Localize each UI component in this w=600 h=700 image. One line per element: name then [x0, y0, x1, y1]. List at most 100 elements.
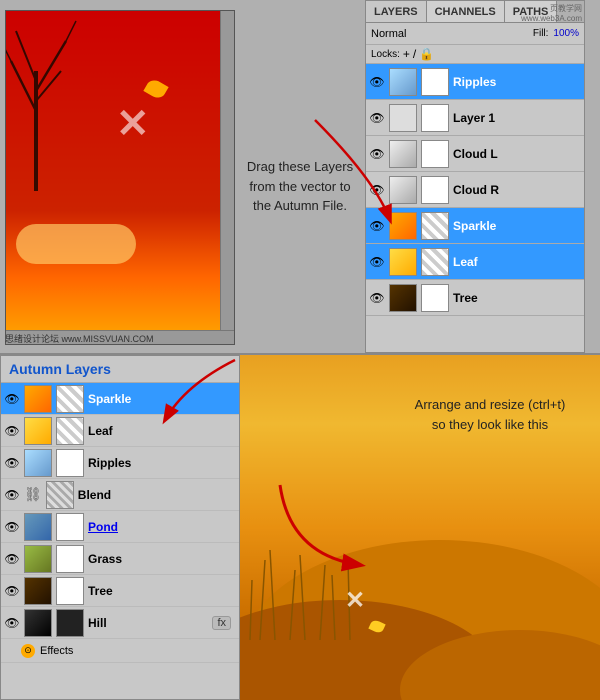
effects-icon: ⊙ — [21, 644, 35, 658]
mask-tree — [421, 284, 449, 312]
fill-label: Fill: — [533, 28, 549, 39]
lock-all-icon[interactable]: 🔒 — [419, 47, 434, 61]
thumb-cloud-r — [389, 176, 417, 204]
layer-name-layer1: Layer 1 — [453, 111, 495, 125]
autumn-layer-sparkle[interactable]: 👁 Sparkle — [1, 383, 239, 415]
canvas-background: ✕ — [6, 11, 234, 344]
arrange-instruction: Arrange and resize (ctrl+t) so they look… — [410, 395, 570, 434]
drag-instruction: Drag these Layers from the vector to the… — [235, 20, 365, 353]
autumn-thumb-grass — [24, 545, 52, 573]
canvas-leaf — [143, 77, 168, 101]
autumn-thumb-hill — [24, 609, 52, 637]
layer-item-tree[interactable]: 👁 Tree — [366, 280, 584, 316]
autumn-name-sparkle: Sparkle — [88, 392, 131, 406]
lock-pixel-icon[interactable]: / — [413, 47, 416, 61]
canvas-cloud — [16, 224, 136, 264]
layer-item-layer1[interactable]: 👁 Layer 1 — [366, 100, 584, 136]
autumn-name-leaf: Leaf — [88, 424, 113, 438]
layer-item-sparkle[interactable]: 👁 Sparkle ➤ — [366, 208, 584, 244]
eye-cloud-r[interactable]: 👁 — [369, 182, 385, 198]
autumn-thumb-leaf — [24, 417, 52, 445]
thumb-tree — [389, 284, 417, 312]
autumn-layers-list: 👁 Sparkle 👁 Leaf 👁 Ripples 👁 — [1, 383, 239, 663]
eye-autumn-sparkle[interactable]: 👁 — [4, 391, 20, 407]
autumn-thumb-blend — [46, 481, 74, 509]
autumn-mask-hill — [56, 609, 84, 637]
eye-ripples[interactable]: 👁 — [369, 74, 385, 90]
eye-autumn-tree[interactable]: 👁 — [4, 583, 20, 599]
autumn-name-blend: Blend — [78, 488, 111, 502]
autumn-thumb-sparkle — [24, 385, 52, 413]
thumb-leaf — [389, 248, 417, 276]
mask-leaf — [421, 248, 449, 276]
autumn-mask-leaf — [56, 417, 84, 445]
mask-ripples — [421, 68, 449, 96]
layer-item-ripples[interactable]: 👁 Ripples ➤ — [366, 64, 584, 100]
fx-badge-hill: fx — [212, 616, 231, 630]
autumn-name-ripples: Ripples — [88, 456, 131, 470]
thumb-ripples — [389, 68, 417, 96]
mask-sparkle — [421, 212, 449, 240]
eye-autumn-grass[interactable]: 👁 — [4, 551, 20, 567]
autumn-layer-hill[interactable]: 👁 Hill fx — [1, 607, 239, 639]
layer-item-cloud-r[interactable]: 👁 Cloud R — [366, 172, 584, 208]
eye-autumn-ripples[interactable]: 👁 — [4, 455, 20, 471]
thumb-layer1 — [389, 104, 417, 132]
autumn-layer-tree[interactable]: 👁 Tree — [1, 575, 239, 607]
watermark-top-right: 页教学网www.web3A.com — [521, 3, 582, 23]
effects-label: Effects — [40, 645, 73, 657]
eye-cloud-l[interactable]: 👁 — [369, 146, 385, 162]
layers-panel-top: LAYERS CHANNELS PATHS 页教学网www.web3A.com … — [365, 0, 585, 353]
thumb-cloud-l — [389, 140, 417, 168]
blend-mode-label: Normal — [371, 28, 406, 40]
autumn-name-grass: Grass — [88, 552, 122, 566]
autumn-mask-ripples — [56, 449, 84, 477]
canvas-sparkle: ✕ — [116, 101, 150, 147]
layer-name-cloud-r: Cloud R — [453, 183, 499, 197]
thumb-sparkle — [389, 212, 417, 240]
autumn-layer-leaf[interactable]: 👁 Leaf — [1, 415, 239, 447]
mask-layer1 — [421, 104, 449, 132]
eye-autumn-pond[interactable]: 👁 — [4, 519, 20, 535]
locks-bar: Locks: + / 🔒 — [366, 45, 584, 64]
layer-item-cloud-l[interactable]: 👁 Cloud L — [366, 136, 584, 172]
eye-tree[interactable]: 👁 — [369, 290, 385, 306]
layers-list-top: 👁 Ripples ➤ 👁 Layer 1 👁 Cloud L — [366, 64, 584, 359]
autumn-name-tree: Tree — [88, 584, 113, 598]
layer-name-cloud-l: Cloud L — [453, 147, 498, 161]
watermark-bottom-left: 思绪设计论坛 www.MISSVUAN.COM — [5, 332, 154, 345]
autumn-scene-image: ✕ Arrange and resize (ctrl+t) so they lo… — [240, 355, 600, 700]
tab-channels[interactable]: CHANNELS — [427, 1, 505, 22]
layer-name-tree: Tree — [453, 291, 478, 305]
autumn-thumb-ripples — [24, 449, 52, 477]
eye-leaf[interactable]: 👁 — [369, 254, 385, 270]
autumn-mask-tree — [56, 577, 84, 605]
autumn-name-hill: Hill — [88, 616, 107, 630]
layer-item-leaf[interactable]: 👁 Leaf ➤ — [366, 244, 584, 280]
mask-cloud-l — [421, 140, 449, 168]
autumn-layer-pond[interactable]: 👁 Pond — [1, 511, 239, 543]
blend-link-icon: ⛓ — [24, 486, 42, 503]
layers-controls: Normal Fill: 100% — [366, 23, 584, 45]
lock-position-icon[interactable]: + — [403, 47, 410, 61]
eye-autumn-hill[interactable]: 👁 — [4, 615, 20, 631]
bottom-section: Autumn Layers 👁 Sparkle 👁 Leaf 👁 — [0, 355, 600, 700]
canvas-scrollbar-vertical[interactable] — [220, 11, 234, 330]
eye-sparkle[interactable]: 👁 — [369, 218, 385, 234]
eye-layer1[interactable]: 👁 — [369, 110, 385, 126]
autumn-layer-grass[interactable]: 👁 Grass — [1, 543, 239, 575]
autumn-layers-title: Autumn Layers — [1, 356, 239, 383]
eye-autumn-blend[interactable]: 👁 — [4, 487, 20, 503]
autumn-mask-pond — [56, 513, 84, 541]
tab-layers[interactable]: LAYERS — [366, 1, 427, 22]
autumn-thumb-tree — [24, 577, 52, 605]
autumn-layer-blend[interactable]: 👁 ⛓ Blend — [1, 479, 239, 511]
autumn-name-pond: Pond — [88, 520, 118, 534]
autumn-layer-ripples[interactable]: 👁 Ripples — [1, 447, 239, 479]
layers-panel-bottom: Autumn Layers 👁 Sparkle 👁 Leaf 👁 — [0, 355, 240, 700]
layer-name-sparkle: Sparkle — [453, 219, 496, 233]
top-section: ✕ 思绪设计论坛 www.MISSVUAN.COM Drag these Lay… — [0, 0, 600, 355]
canvas-tree-graphic — [6, 11, 86, 191]
eye-autumn-leaf[interactable]: 👁 — [4, 423, 20, 439]
mask-cloud-r — [421, 176, 449, 204]
